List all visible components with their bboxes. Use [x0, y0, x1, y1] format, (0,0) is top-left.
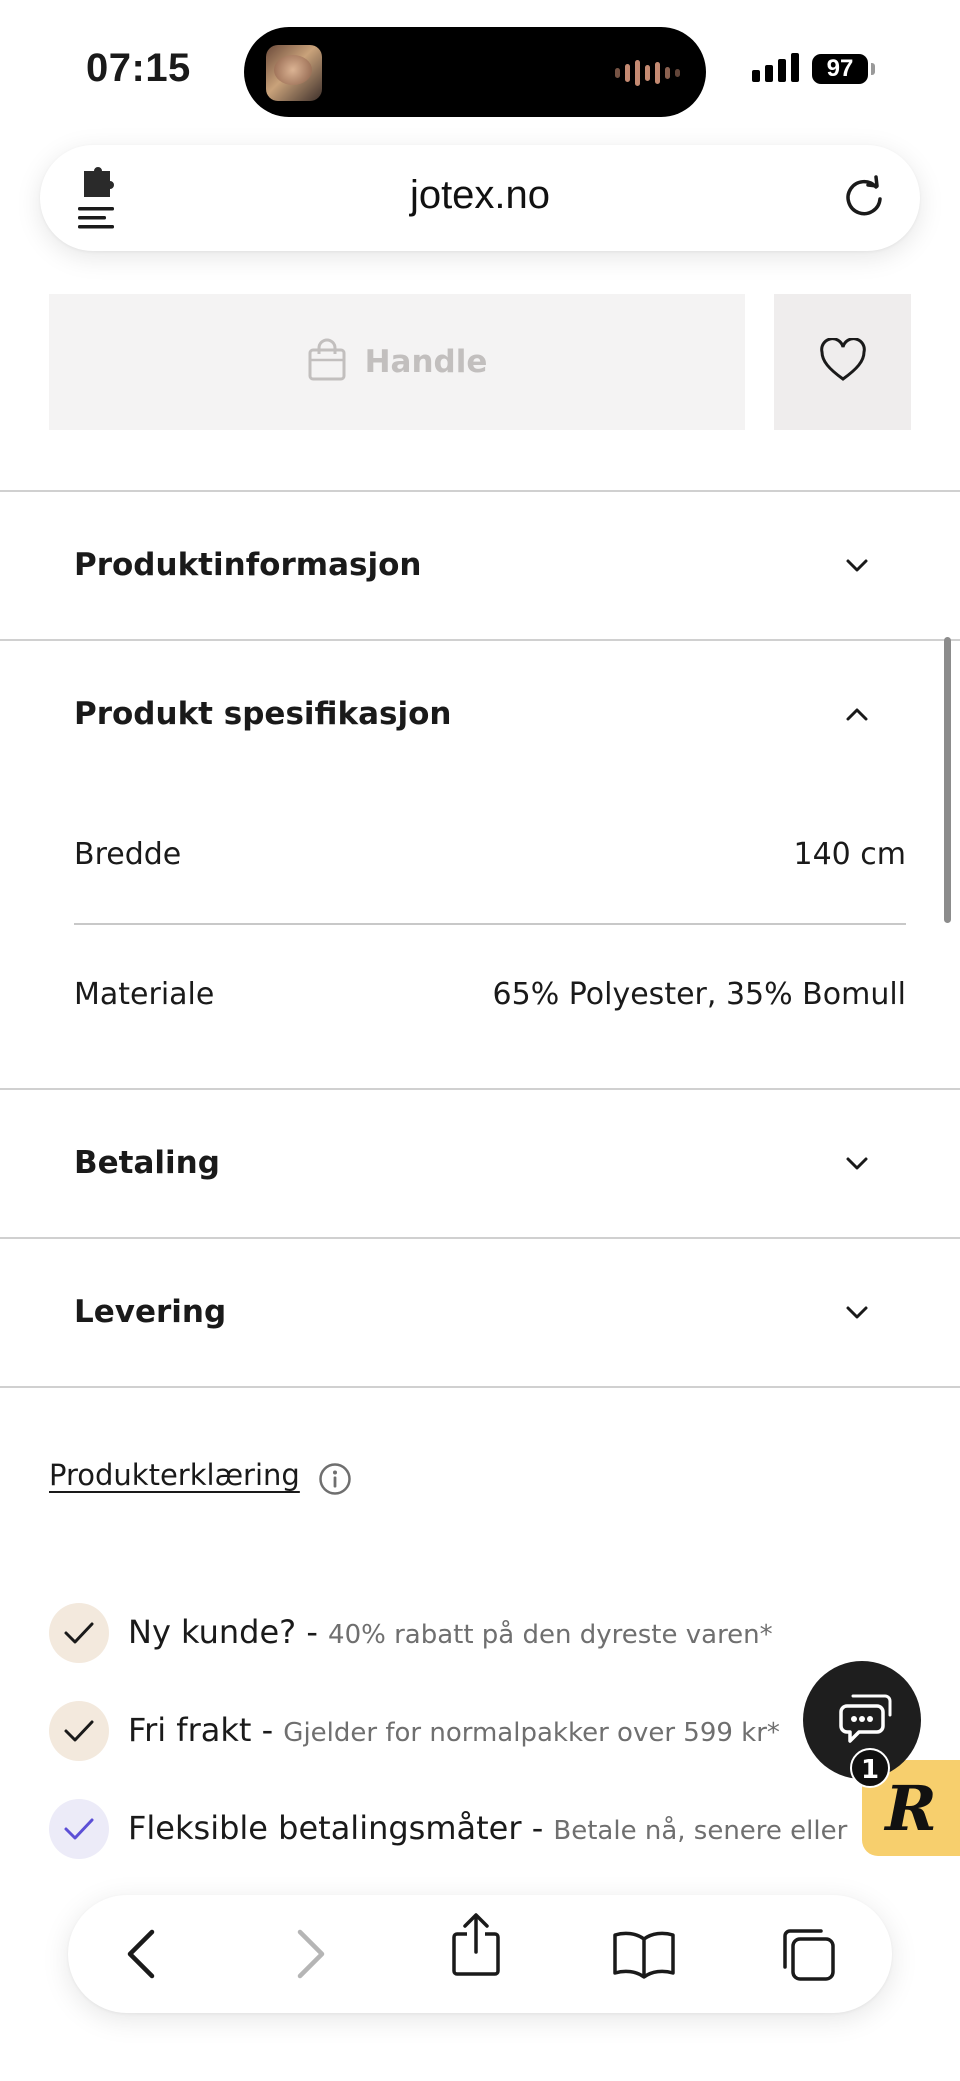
benefit-title: Ny kunde? -: [128, 1613, 329, 1651]
battery-tip: [871, 63, 875, 75]
benefit-title: Fri frakt -: [128, 1711, 284, 1749]
accordion-title[interactable]: Produkt spesifikasjon: [74, 696, 452, 732]
chevron-down-icon[interactable]: [843, 1154, 871, 1174]
book-icon: [613, 1931, 675, 1979]
spec-label: Materiale: [74, 977, 215, 1012]
accordion-title[interactable]: Produktinformasjon: [74, 547, 421, 583]
check-icon: [64, 1622, 94, 1644]
chat-bubbles-icon: [839, 1694, 892, 1743]
dynamic-island[interactable]: [244, 27, 706, 117]
url-text[interactable]: jotex.no: [40, 173, 920, 218]
divider: [0, 1386, 960, 1388]
product-declaration-link[interactable]: Produkterklæring: [49, 1458, 300, 1492]
spec-value: 140 cm: [793, 837, 906, 872]
accordion-title[interactable]: Levering: [74, 1294, 226, 1330]
benefit-text: Fleksible betalingsmåter - Betale nå, se…: [128, 1809, 847, 1847]
check-icon: [64, 1818, 94, 1840]
tabs-icon: [783, 1929, 835, 1981]
chevron-down-icon[interactable]: [843, 556, 871, 576]
spec-divider: [74, 923, 906, 925]
info-icon[interactable]: [318, 1462, 352, 1496]
chevron-up-icon[interactable]: [843, 704, 871, 724]
tabs-button[interactable]: [778, 1924, 838, 1984]
address-bar[interactable]: jotex.no: [40, 145, 920, 251]
benefit-item: Fleksible betalingsmåter - Betale nå, se…: [49, 1799, 949, 1859]
reload-icon[interactable]: [840, 173, 888, 221]
cellular-signal-icon: [752, 52, 799, 82]
back-button[interactable]: [112, 1924, 172, 1984]
now-playing-artwork: [266, 45, 322, 101]
chevron-left-icon: [127, 1929, 155, 1979]
chevron-right-icon: [297, 1929, 325, 1979]
shopping-bag-icon: [307, 338, 347, 386]
status-time: 07:15: [86, 46, 191, 90]
check-badge: [49, 1701, 109, 1761]
scrollbar[interactable]: [944, 637, 951, 923]
add-to-cart-label: Handle: [364, 344, 488, 380]
check-badge: [49, 1603, 109, 1663]
add-to-cart-button[interactable]: Handle: [49, 294, 745, 430]
share-icon: [452, 1913, 500, 1976]
audio-waveform-icon: [615, 59, 680, 87]
chevron-down-icon[interactable]: [843, 1303, 871, 1323]
favorite-button[interactable]: [774, 294, 911, 430]
forward-button[interactable]: [280, 1924, 340, 1984]
divider: [0, 1088, 960, 1090]
benefit-item: Ny kunde? - 40% rabatt på den dyreste va…: [49, 1603, 949, 1663]
heart-icon: [819, 337, 867, 386]
accordion-title[interactable]: Betaling: [74, 1145, 220, 1181]
status-bar: 07:15 97: [0, 0, 960, 140]
divider: [0, 490, 960, 492]
bookmarks-button[interactable]: [608, 1924, 680, 1984]
check-badge: [49, 1799, 109, 1859]
divider: [0, 639, 960, 641]
browser-toolbar: [68, 1895, 892, 2013]
benefit-text: Ny kunde? - 40% rabatt på den dyreste va…: [128, 1613, 773, 1651]
reviews-logo-icon: R: [885, 1771, 937, 1845]
chat-notification-badge: 1: [850, 1748, 890, 1788]
benefit-description: 40% rabatt på den dyreste varen*: [328, 1620, 773, 1650]
benefit-text: Fri frakt - Gjelder for normalpakker ove…: [128, 1711, 780, 1749]
share-button[interactable]: [446, 1913, 506, 1976]
divider: [0, 1237, 960, 1239]
spec-label: Bredde: [74, 837, 182, 872]
battery-indicator: 97: [812, 54, 868, 84]
spec-value: 65% Polyester, 35% Bomull: [492, 977, 906, 1012]
check-icon: [64, 1720, 94, 1742]
benefit-title: Fleksible betalingsmåter -: [128, 1809, 554, 1847]
benefit-description: Gjelder for normalpakker over 599 kr*: [283, 1718, 780, 1748]
benefit-description: Betale nå, senere eller: [553, 1816, 848, 1846]
